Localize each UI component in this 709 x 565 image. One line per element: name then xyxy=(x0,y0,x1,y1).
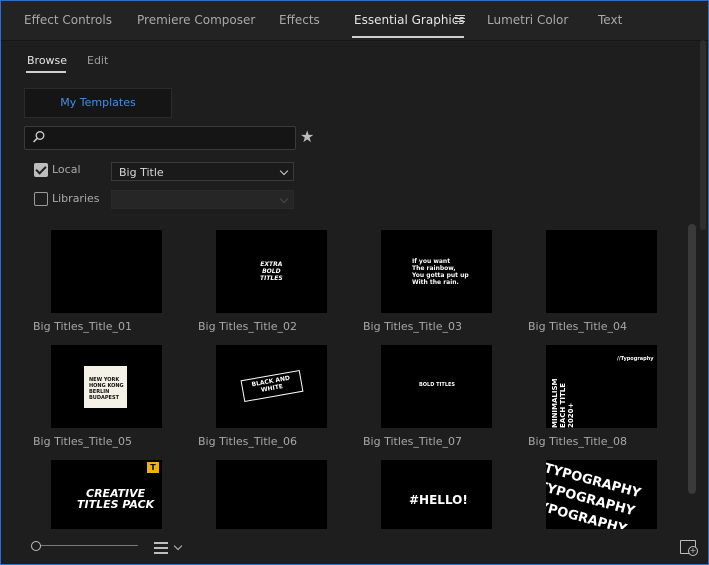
grid-scrollbar-thumb[interactable] xyxy=(688,224,696,494)
template-thumbnail-12[interactable]: TYPOGRAPHY TYPOGRAPHY TYPOGRAPHY xyxy=(546,460,657,529)
thumbnail-03-art: If you want The rainbow, You gotta put u… xyxy=(412,258,469,286)
template-thumbnail-04[interactable] xyxy=(546,230,657,313)
template-label-03: Big Titles_Title_03 xyxy=(363,320,462,333)
thumbnail-09-art: CREATIVE TITLES PACK xyxy=(77,487,155,511)
tab-lumetri-color[interactable]: Lumetri Color xyxy=(487,13,568,27)
template-label-01: Big Titles_Title_01 xyxy=(33,320,132,333)
libraries-label: Libraries xyxy=(52,192,100,205)
template-thumbnail-03[interactable]: If you want The rainbow, You gotta put u… xyxy=(381,230,492,313)
local-label: Local xyxy=(52,163,81,176)
subtab-edit[interactable]: Edit xyxy=(87,54,108,67)
template-thumbnail-07[interactable]: BOLD TITLES xyxy=(381,345,492,428)
chevron-down-icon[interactable] xyxy=(173,541,183,551)
libraries-select xyxy=(111,190,294,209)
libraries-checkbox[interactable] xyxy=(34,192,48,206)
tab-essential-graphics[interactable]: Essential Graphics xyxy=(354,13,465,27)
template-thumbnail-06[interactable]: BLACK AND WHITE xyxy=(216,345,327,428)
thumbnail-02-art: EXTRA BOLD TITLES xyxy=(260,261,283,282)
tab-text[interactable]: Text xyxy=(598,13,622,27)
search-icon xyxy=(32,131,45,143)
thumbnail-11-art: #HELLO! xyxy=(409,493,468,507)
template-thumbnail-01[interactable] xyxy=(51,230,162,313)
list-view-icon[interactable] xyxy=(154,542,168,557)
my-templates-button[interactable]: My Templates xyxy=(24,88,172,118)
template-label-02: Big Titles_Title_02 xyxy=(198,320,297,333)
template-label-05: Big Titles_Title_05 xyxy=(33,435,132,448)
template-thumbnail-11[interactable]: #HELLO! xyxy=(381,460,492,529)
local-select[interactable]: Big Title xyxy=(111,162,294,181)
warning-badge-icon: T xyxy=(147,462,159,473)
template-label-06: Big Titles_Title_06 xyxy=(198,435,297,448)
thumbnail-size-slider[interactable] xyxy=(40,545,138,546)
star-icon[interactable]: ★ xyxy=(300,127,314,146)
subtab-browse[interactable]: Browse xyxy=(27,54,67,67)
thumbnail-05-art: NEW YORK HONG KONG BERLIN BUDAPEST xyxy=(89,377,124,401)
new-layer-icon[interactable]: + xyxy=(680,540,698,556)
thumbnail-08-caption: //Typography xyxy=(617,356,654,362)
panel-scrollbar[interactable] xyxy=(700,40,706,230)
chevron-down-icon xyxy=(279,166,289,176)
template-thumbnail-08[interactable]: MINIMALISM EACH TITLE 2020+ //Typography xyxy=(546,345,657,428)
template-thumbnail-05[interactable]: NEW YORK HONG KONG BERLIN BUDAPEST xyxy=(51,345,162,428)
template-thumbnail-02[interactable]: EXTRA BOLD TITLES xyxy=(216,230,327,313)
local-select-value: Big Title xyxy=(119,166,164,179)
template-label-08: Big Titles_Title_08 xyxy=(528,435,627,448)
thumbnail-07-art: BOLD TITLES xyxy=(419,382,456,388)
template-thumbnail-09[interactable]: CREATIVE TITLES PACK T xyxy=(51,460,162,529)
tab-premiere-composer[interactable]: Premiere Composer xyxy=(137,13,255,27)
tab-effects[interactable]: Effects xyxy=(279,13,320,27)
search-input[interactable] xyxy=(24,126,296,150)
browse-underline xyxy=(26,71,66,73)
template-thumbnail-10[interactable] xyxy=(216,460,327,529)
template-label-07: Big Titles_Title_07 xyxy=(363,435,462,448)
tab-effect-controls[interactable]: Effect Controls xyxy=(24,13,112,27)
slider-handle[interactable] xyxy=(31,541,41,551)
chevron-down-icon xyxy=(279,194,289,204)
panel-menu-icon[interactable] xyxy=(455,15,465,23)
active-tab-indicator xyxy=(352,36,464,38)
local-checkbox[interactable] xyxy=(34,163,48,177)
template-label-04: Big Titles_Title_04 xyxy=(528,320,627,333)
thumbnail-08-art: MINIMALISM EACH TITLE 2020+ xyxy=(551,378,575,429)
